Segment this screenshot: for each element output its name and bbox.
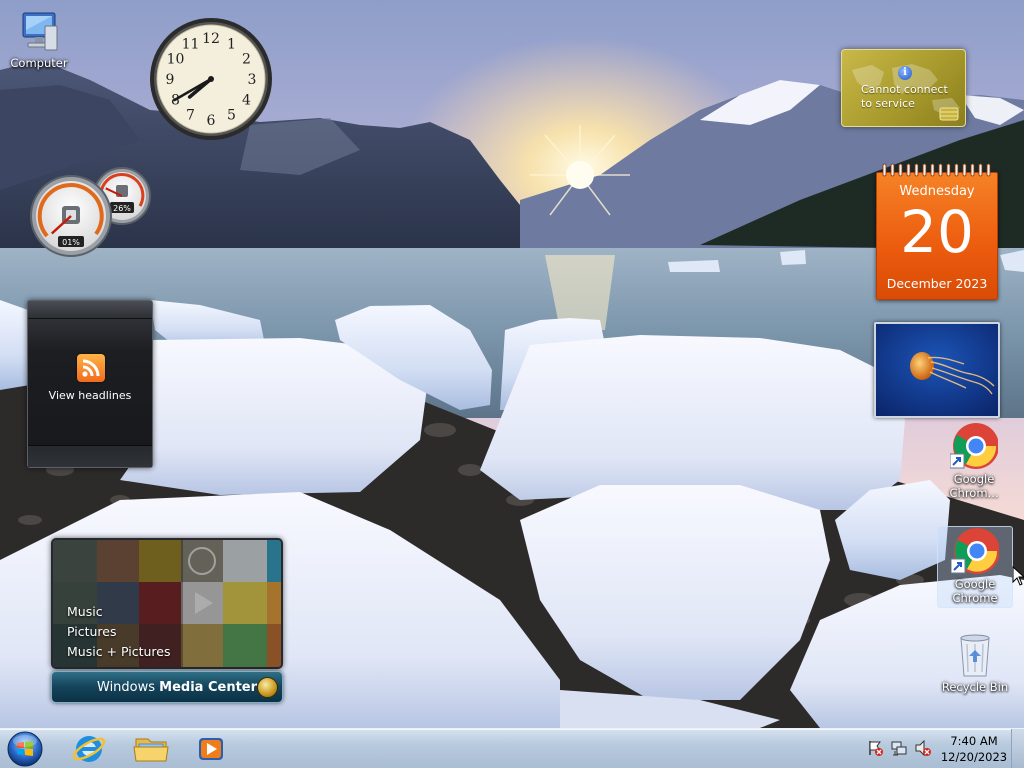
calendar-ring xyxy=(986,163,991,177)
calendar-ring xyxy=(882,163,887,177)
media-thumbnail-grid: Music Pictures Music + Pictures xyxy=(51,538,283,669)
calendar-gadget[interactable]: Wednesday 20 December 2023 xyxy=(875,163,999,301)
view-headlines-link[interactable]: View headlines xyxy=(28,389,152,402)
desktop-icon-label: Google Chrom... xyxy=(949,472,999,500)
clock-numeral: 7 xyxy=(186,108,195,124)
start-button[interactable] xyxy=(4,730,46,768)
media-player-icon xyxy=(199,738,223,760)
media-center-menu: Music Pictures Music + Pictures xyxy=(67,602,171,662)
clock-numeral: 1 xyxy=(227,37,236,53)
desktop-icon-google-chrome-1[interactable]: Google Chrom... xyxy=(936,422,1012,500)
internet-explorer-icon xyxy=(72,736,106,762)
mouse-cursor-icon xyxy=(1012,566,1024,586)
google-chrome-icon xyxy=(949,422,999,470)
taskbar-date: 12/20/2023 xyxy=(940,750,1008,764)
clock-numeral: 9 xyxy=(166,72,175,88)
windows-media-center-gadget[interactable]: Music Pictures Music + Pictures Windows … xyxy=(51,538,283,704)
folder-icon xyxy=(133,738,169,762)
clock-numeral: 6 xyxy=(207,113,216,129)
media-center-title: Windows Media Center xyxy=(97,680,257,695)
calendar-ring xyxy=(922,163,927,177)
clock-numeral: 5 xyxy=(227,108,236,124)
calendar-ring xyxy=(898,163,903,177)
volume-muted-icon[interactable] xyxy=(914,739,932,757)
jellyfish-photo xyxy=(876,324,998,416)
network-icon[interactable] xyxy=(890,739,908,757)
clock-numeral: 2 xyxy=(242,52,251,68)
weather-cloud-icon xyxy=(939,107,959,121)
calendar-day-number: 20 xyxy=(900,198,974,266)
cpu-value: 01% xyxy=(62,238,80,247)
desktop-icon-label: Google Chrome xyxy=(952,577,998,605)
taskbar-internet-explorer[interactable] xyxy=(62,731,116,767)
memory-value: 26% xyxy=(113,204,131,213)
calendar-weekday: Wednesday xyxy=(899,184,975,199)
cpu-meter-gadget[interactable]: 26% 01% xyxy=(30,166,158,260)
taskbar-time: 7:40 AM xyxy=(950,734,998,748)
calendar-ring xyxy=(890,163,895,177)
taskbar: 7:40 AM 12/20/2023 xyxy=(0,728,1024,768)
media-center-title-windows: Windows xyxy=(97,680,156,695)
clock-numeral: 4 xyxy=(242,93,251,109)
calendar-ring xyxy=(946,163,951,177)
desktop-icon-computer[interactable]: Computer xyxy=(1,10,77,70)
feed-header xyxy=(28,301,152,319)
clock-numeral: 11 xyxy=(182,37,200,53)
feed-footer xyxy=(28,445,152,467)
menu-item-music-pictures[interactable]: Music + Pictures xyxy=(67,642,171,662)
rss-icon xyxy=(77,354,105,382)
media-center-title-product: Media Center xyxy=(159,680,258,695)
feed-headlines-gadget[interactable]: View headlines xyxy=(27,300,153,468)
desktop-icon-google-chrome-2[interactable]: Google Chrome xyxy=(937,526,1013,608)
calendar-ring xyxy=(978,163,983,177)
desktop-icon-label: Computer xyxy=(10,56,68,70)
menu-item-music[interactable]: Music xyxy=(67,602,171,622)
taskbar-clock[interactable]: 7:40 AM 12/20/2023 xyxy=(940,733,1008,765)
calendar-ring xyxy=(938,163,943,177)
slideshow-gadget[interactable] xyxy=(874,322,1000,418)
desktop[interactable]: Computer Google Chrom... Google Chrome R… xyxy=(0,0,1024,728)
google-chrome-icon xyxy=(950,527,1000,575)
notification-area xyxy=(864,737,940,761)
computer-icon xyxy=(19,10,59,54)
calendar-ring xyxy=(930,163,935,177)
taskbar-windows-media-player[interactable] xyxy=(184,731,238,767)
cpu-dial: 01% xyxy=(30,175,112,257)
calendar-ring xyxy=(954,163,959,177)
menu-item-pictures[interactable]: Pictures xyxy=(67,622,171,642)
show-desktop-button[interactable] xyxy=(1011,729,1024,768)
action-center-icon[interactable] xyxy=(866,739,884,757)
calendar-ring xyxy=(914,163,919,177)
calendar-ring xyxy=(906,163,911,177)
clock-numeral: 3 xyxy=(248,72,257,88)
calendar-page: Wednesday 20 December 2023 xyxy=(876,172,998,300)
media-center-logo-icon xyxy=(257,677,278,698)
weather-gadget[interactable]: i Cannot connect to service xyxy=(841,49,966,127)
windows-orb-icon xyxy=(7,731,43,767)
desktop-icon-recycle-bin[interactable]: Recycle Bin xyxy=(937,630,1013,694)
recycle-bin-icon xyxy=(951,630,999,678)
clock-numeral: 12 xyxy=(202,31,220,47)
calendar-ring xyxy=(962,163,967,177)
info-icon: i xyxy=(898,66,912,80)
media-center-launch-bar[interactable]: Windows Media Center xyxy=(51,671,283,703)
calendar-binding-rings xyxy=(882,163,991,177)
taskbar-windows-explorer[interactable] xyxy=(124,731,178,767)
calendar-month-year: December 2023 xyxy=(886,276,988,291)
clock-gadget[interactable]: 121234567891011 xyxy=(148,16,274,142)
clock-numeral: 10 xyxy=(167,52,185,68)
calendar-ring xyxy=(970,163,975,177)
desktop-icon-label: Recycle Bin xyxy=(941,680,1009,694)
